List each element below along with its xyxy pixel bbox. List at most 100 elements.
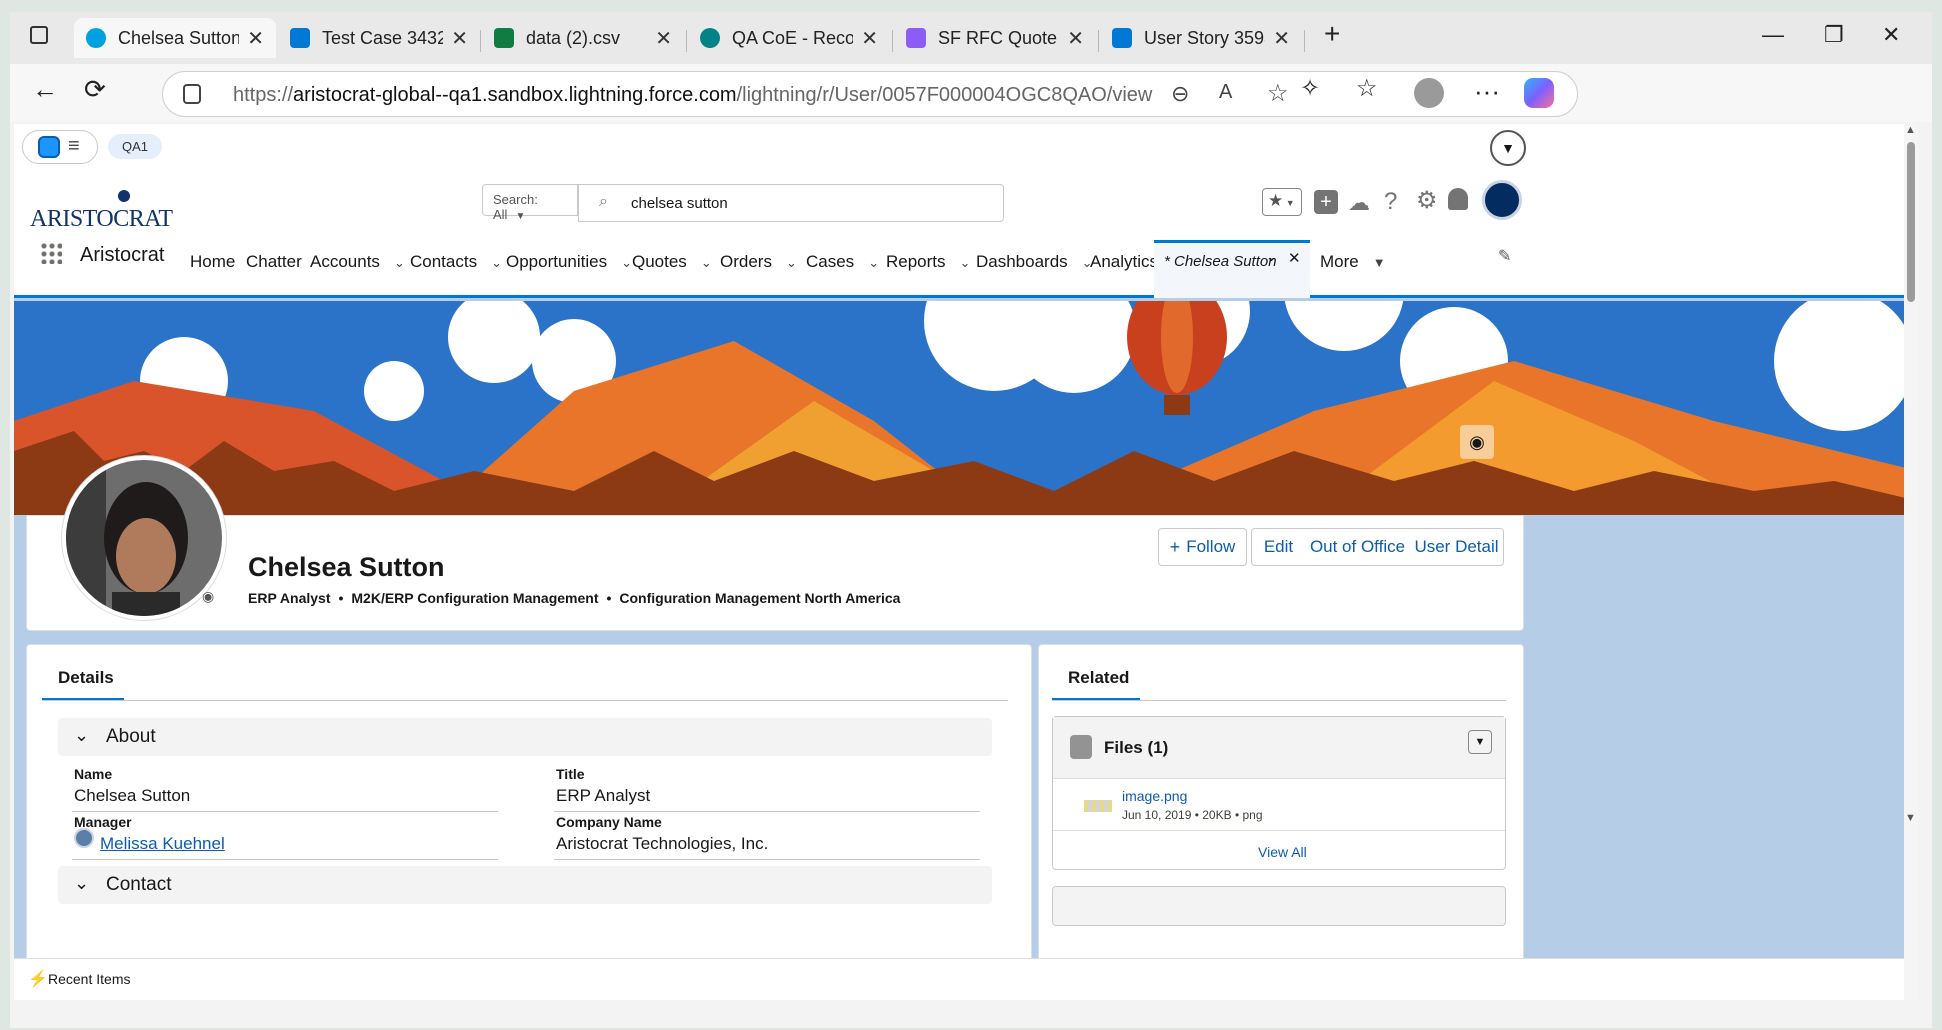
setup-gear-icon[interactable]: ⚙ (1416, 186, 1438, 215)
restore-icon[interactable]: ❐ (1824, 22, 1844, 48)
about-section-header[interactable]: ⌄ About (58, 718, 992, 756)
browser-window: Chelsea Sutton | Sale ✕ Test Case 343204… (10, 12, 1932, 1028)
scroll-up-arrow-icon[interactable]: ▲ (1905, 124, 1916, 136)
page-scrollbar[interactable]: ▲ ▼ (1904, 124, 1918, 1000)
browser-tab[interactable]: QA CoE - Recording: ✕ (688, 18, 890, 58)
browser-tab[interactable]: Test Case 343204 DO ✕ (278, 18, 480, 58)
nav-cases[interactable]: Cases ⌄ (806, 252, 879, 272)
nav-analytics[interactable]: Analytics (1090, 252, 1158, 272)
read-aloud-icon[interactable]: A (1219, 81, 1232, 104)
collapse-header-icon[interactable]: ▼ (1490, 130, 1526, 166)
trailhead-icon[interactable]: ☁ (1348, 190, 1370, 216)
favorite-star-icon[interactable]: ☆ (1267, 79, 1289, 108)
nav-contacts[interactable]: Contacts ⌄ (410, 252, 502, 272)
site-info-icon[interactable] (183, 84, 201, 104)
close-tab-icon[interactable]: ✕ (247, 26, 264, 51)
nav-quotes[interactable]: Quotes ⌄ (632, 252, 712, 272)
nav-opportunities[interactable]: Opportunities ⌄ (506, 252, 632, 272)
nav-chatter[interactable]: Chatter (246, 252, 302, 272)
close-tab-icon[interactable]: ✕ (451, 26, 468, 51)
minimize-icon[interactable]: — (1762, 22, 1784, 48)
profile-avatar[interactable] (1414, 78, 1444, 108)
global-actions-icon[interactable]: + (1314, 190, 1338, 214)
photo-camera-icon[interactable]: ◉ (202, 588, 214, 605)
tab-title: User Story 359333 D (1144, 27, 1265, 48)
nav-orders[interactable]: Orders ⌄ (720, 252, 797, 272)
extensions-icon[interactable]: ✧ (1300, 74, 1320, 103)
help-icon[interactable]: ? (1384, 188, 1397, 216)
chevron-down-icon[interactable]: ⌄ (701, 255, 712, 271)
close-tab-icon[interactable]: ✕ (1288, 249, 1301, 267)
related-tab[interactable]: Related (1068, 668, 1129, 688)
app-launcher-pill[interactable]: ≡ (22, 130, 98, 164)
aristocrat-logo[interactable]: ARISTOCRAT (30, 190, 173, 236)
zoom-icon[interactable]: ⊖ (1171, 81, 1189, 107)
scrollbar-thumb[interactable] (1907, 142, 1915, 302)
chevron-down-icon[interactable]: ⌄ (786, 255, 797, 271)
close-tab-icon[interactable]: ✕ (861, 26, 878, 51)
favorites-star-icon[interactable]: ★ ▼ (1262, 188, 1302, 216)
file-thumbnail[interactable] (1084, 800, 1112, 812)
close-tab-icon[interactable]: ✕ (1067, 26, 1084, 51)
contact-section-header[interactable]: ⌄ Contact (58, 866, 992, 904)
nav-dashboards[interactable]: Dashboards ⌄ (976, 252, 1093, 272)
chevron-down-icon[interactable]: ▼ (1373, 255, 1386, 270)
app-launcher-icon[interactable] (40, 242, 62, 264)
out-of-office-button[interactable]: Out of Office (1305, 528, 1411, 566)
view-all-link[interactable]: View All (1258, 844, 1307, 860)
chevron-down-icon: ⌄ (74, 725, 90, 745)
scroll-down-arrow-icon[interactable]: ▼ (1905, 812, 1916, 824)
tab-strip: Chelsea Sutton | Sale ✕ Test Case 343204… (10, 12, 1932, 64)
new-tab-icon[interactable]: + (1324, 18, 1340, 50)
close-window-icon[interactable]: ✕ (1882, 22, 1900, 48)
nav-home[interactable]: Home (190, 252, 235, 272)
refresh-icon[interactable]: ⟳ (84, 74, 106, 105)
copilot-icon[interactable] (1524, 78, 1554, 108)
close-tab-icon[interactable]: ✕ (1273, 26, 1290, 51)
video-icon (906, 28, 926, 48)
company-value: Aristocrat Technologies, Inc. (556, 834, 769, 853)
nav-more[interactable]: More ▼ (1320, 252, 1386, 272)
tab-actions-icon[interactable] (30, 26, 48, 44)
nav-accounts[interactable]: Accounts ⌄ (310, 252, 405, 272)
browser-tab[interactable]: SF RFC Quote Creati ✕ (894, 18, 1096, 58)
chevron-down-icon[interactable]: ⌄ (491, 255, 502, 271)
back-icon[interactable]: ← (32, 74, 58, 105)
chevron-down-icon[interactable]: ⌄ (394, 255, 405, 271)
browser-tab[interactable]: User Story 359333 D ✕ (1100, 18, 1302, 58)
files-title[interactable]: Files (1) (1104, 738, 1168, 758)
file-name-link[interactable]: image.png (1122, 788, 1187, 804)
chevron-down-icon[interactable]: ⌄ (868, 255, 879, 271)
user-avatar[interactable] (1482, 180, 1522, 220)
nav-active-record-tab[interactable]: * Chelsea Sutton ⌄ ✕ (1154, 240, 1310, 298)
azure-devops-icon (1112, 28, 1132, 48)
profile-subtitle: ERP Analyst • M2K/ERP Configuration Manage… (248, 590, 901, 606)
tab-title: QA CoE - Recording: (732, 27, 854, 48)
close-tab-icon[interactable]: ✕ (655, 26, 672, 51)
files-menu-button[interactable]: ▼ (1468, 730, 1492, 754)
details-tab[interactable]: Details (58, 668, 114, 688)
chevron-down-icon[interactable]: ⌄ (1266, 249, 1277, 265)
chevron-down-icon[interactable]: ⌄ (621, 255, 632, 271)
nav-reports[interactable]: Reports ⌄ (886, 252, 970, 272)
notifications-bell-icon[interactable] (1448, 188, 1468, 210)
profile-banner: ◉ (14, 301, 1918, 515)
profile-name: Chelsea Sutton (248, 552, 445, 582)
favorites-icon[interactable]: ☆ (1356, 74, 1378, 103)
more-menu-icon[interactable]: ··· (1474, 76, 1500, 107)
browser-tab-active[interactable]: Chelsea Sutton | Sale ✕ (74, 18, 276, 58)
chevron-down-icon[interactable]: ⌄ (960, 255, 971, 271)
global-search-input[interactable]: ⌕ chelsea sutton (578, 184, 1004, 222)
logo-dot (118, 190, 130, 202)
search-scope-select[interactable]: Search: All ▼ (482, 184, 578, 222)
browser-toolbar: ← ⟳ https://aristocrat-global--qa1.sandb… (10, 64, 1932, 122)
follow-button[interactable]: + Follow (1158, 528, 1247, 566)
manager-link[interactable]: Melissa Kuehnel (100, 834, 225, 854)
edit-nav-icon[interactable]: ✎ (1498, 246, 1511, 266)
recent-items-button[interactable]: Recent Items (48, 971, 130, 987)
field-divider (72, 811, 498, 812)
banner-camera-icon[interactable]: ◉ (1460, 425, 1494, 459)
user-detail-button[interactable]: User Detail (1410, 528, 1504, 566)
browser-tab[interactable]: data (2).csv ✕ (482, 18, 684, 58)
edit-button[interactable]: Edit (1251, 528, 1306, 566)
